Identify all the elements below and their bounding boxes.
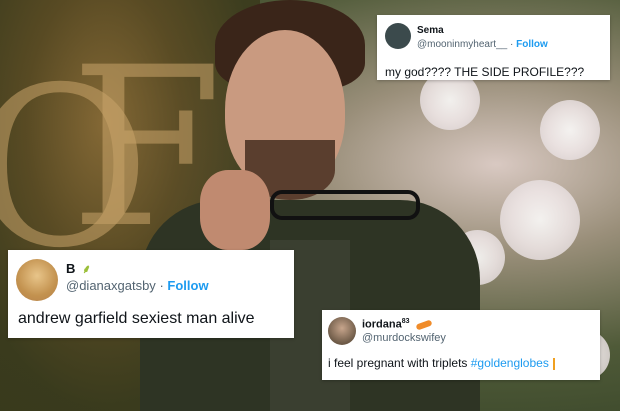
tweet-author-name[interactable]: iordana [362,319,402,331]
tweet-author-handle-line: @dianaxgatsby · Follow [66,278,209,293]
flower [500,180,580,260]
tweet-author-handle[interactable]: @dianaxgatsby [66,278,156,293]
sunglasses [270,190,420,220]
name-superscript: 83 [401,318,410,325]
tweet-author-handle[interactable]: @murdockswifey [362,332,446,344]
orange-pill-icon [415,319,433,331]
tweet-card-b[interactable]: B ⸙ @dianaxgatsby · Follow andrew garfie… [8,250,294,338]
tweet-author-name[interactable]: Sema [417,25,444,36]
follow-button[interactable]: Follow [516,39,548,50]
wheat-sprig-icon: ⸙ [82,262,92,276]
tweet-text: andrew garfield sexiest man alive [18,310,255,327]
tweet-author-handle[interactable]: @mooninmyheart__ [417,39,507,50]
tweet-author-handle-line: @mooninmyheart__ · Follow [417,39,548,50]
hand [200,170,270,250]
avatar[interactable] [16,259,58,301]
tweet-card-iordana[interactable]: iordana83 @murdockswifey i feel pregnant… [322,310,600,380]
tweet-author-name-line: iordana83 [362,318,433,331]
text-cursor-icon [552,357,555,370]
tweet-text-line: i feel pregnant with triplets #goldenglo… [328,356,555,370]
tweet-text: i feel pregnant with triplets [328,356,471,370]
hashtag-link[interactable]: #goldenglobes [471,356,549,370]
tweet-author-name-line: B ⸙ [66,260,91,277]
avatar[interactable] [328,317,356,345]
separator-dot: · [509,39,514,50]
flower [540,100,600,160]
tweet-author-name[interactable]: B [66,261,75,276]
separator-dot: · [159,278,164,293]
avatar[interactable] [385,23,411,49]
tweet-card-sema[interactable]: Sema @mooninmyheart__ · Follow my god???… [377,15,610,80]
tweet-text: my god???? THE SIDE PROFILE??? [385,65,585,79]
follow-button[interactable]: Follow [167,278,208,293]
